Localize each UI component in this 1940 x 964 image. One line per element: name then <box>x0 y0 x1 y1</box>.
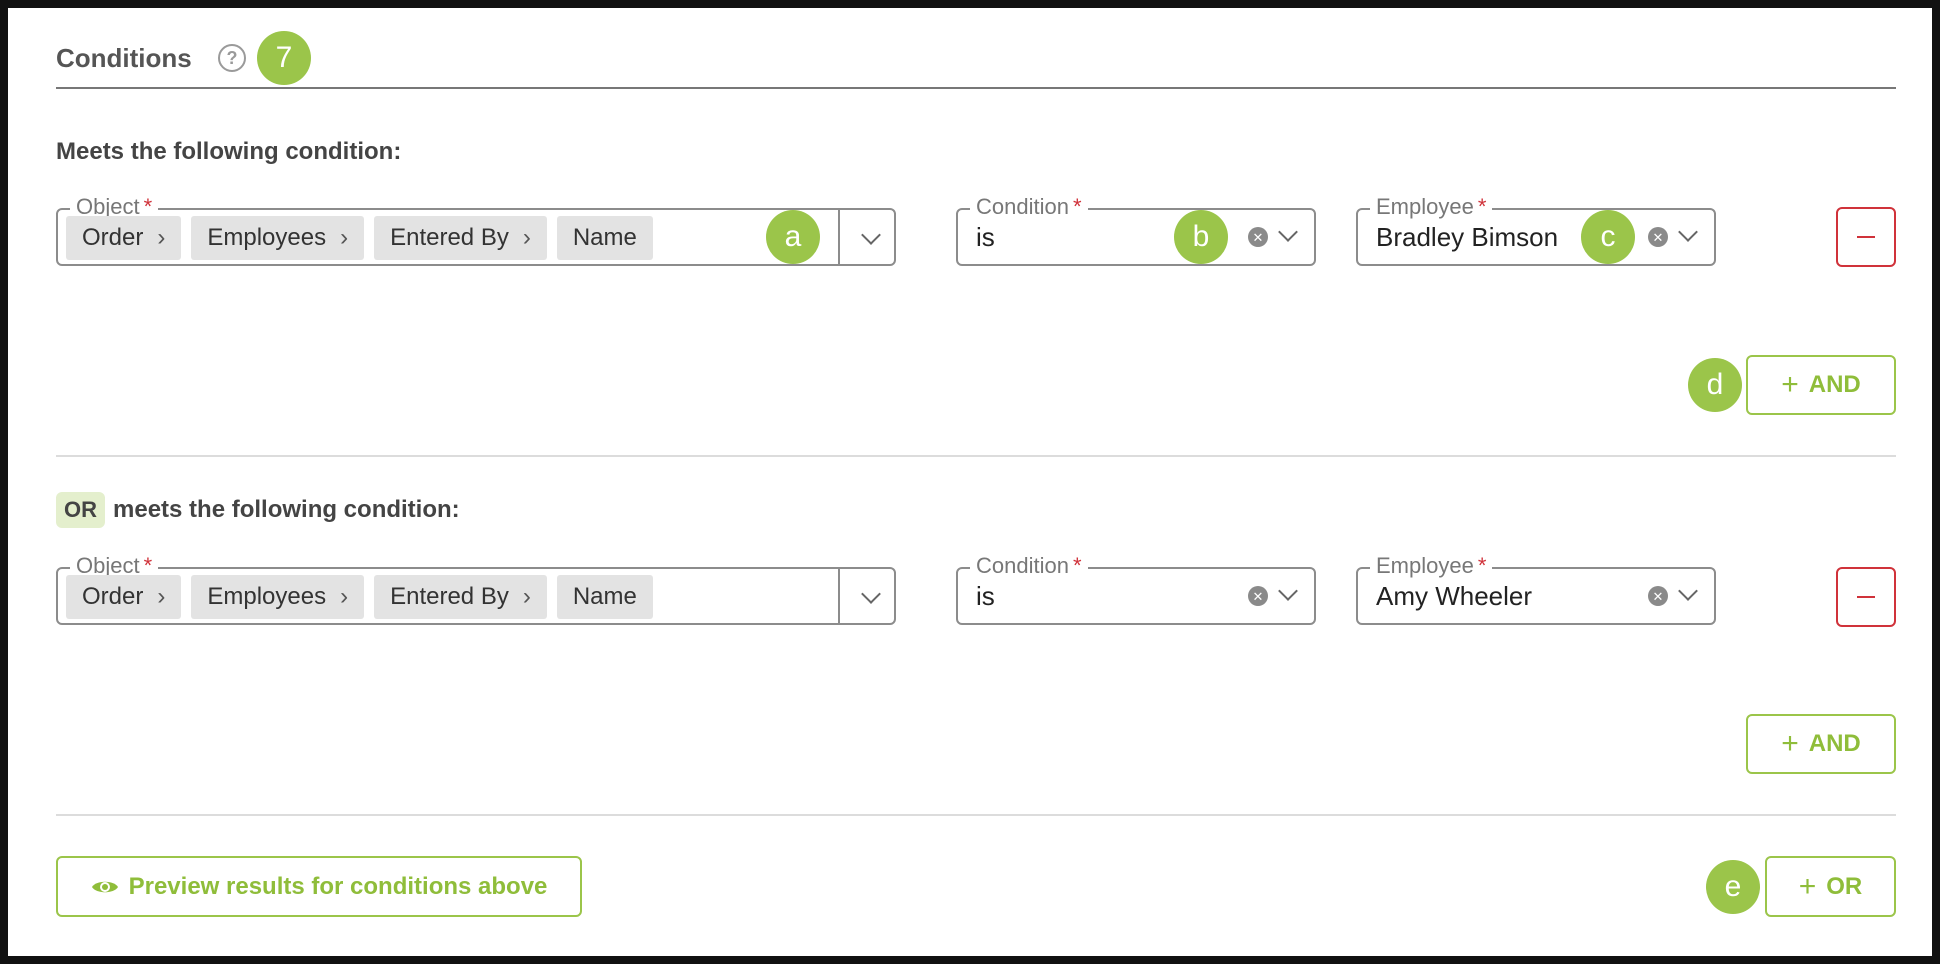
add-and-button[interactable]: + AND <box>1746 714 1896 774</box>
employee-value: Amy Wheeler <box>1376 581 1533 611</box>
callout-badge-7: 7 <box>257 31 311 85</box>
chevron-down-icon[interactable] <box>1278 581 1298 601</box>
object-path: Order › Employees › Entered By › Name <box>66 216 653 260</box>
chevron-right-icon: › <box>340 583 349 610</box>
minus-icon <box>1857 596 1875 598</box>
plus-icon: + <box>1781 368 1799 401</box>
clear-icon[interactable]: ✕ <box>1648 586 1668 606</box>
employee-label: Employee * <box>1370 553 1493 579</box>
path-chip[interactable]: Order › <box>66 575 182 619</box>
path-chip[interactable]: Entered By › <box>374 575 547 619</box>
add-and-label: AND <box>1808 371 1861 398</box>
group-heading-text: Meets the following condition: <box>56 138 402 165</box>
callout-badge-d: d <box>1688 358 1742 412</box>
condition-value: is <box>976 581 995 611</box>
clear-icon[interactable]: ✕ <box>1248 227 1268 247</box>
object-selector[interactable]: Object * Order › Employees › Entered By › Na… <box>56 553 896 625</box>
chevron-right-icon: › <box>522 583 531 610</box>
remove-condition-button[interactable] <box>1836 207 1896 267</box>
or-tag: OR <box>56 492 105 528</box>
chevron-down-icon[interactable] <box>861 225 881 245</box>
preview-results-label: Preview results for conditions above <box>128 872 548 900</box>
section-title: Conditions <box>56 43 192 73</box>
add-and-label: AND <box>1808 730 1861 757</box>
chevron-down-icon[interactable] <box>1678 222 1698 242</box>
callout-badge-c: c <box>1581 210 1635 264</box>
path-chip[interactable]: Entered By › <box>374 216 547 260</box>
employee-select[interactable]: Employee * Bradley Bimson ✕ <box>1356 194 1716 266</box>
path-chip[interactable]: Name <box>556 575 653 619</box>
chevron-right-icon: › <box>157 224 166 251</box>
plus-icon: + <box>1781 727 1799 760</box>
callout-badge-e: e <box>1706 860 1760 914</box>
chevron-right-icon: › <box>340 224 349 251</box>
path-chip[interactable]: Order › <box>66 216 182 260</box>
dropdown-divider <box>838 210 840 264</box>
chevron-down-icon[interactable] <box>1278 222 1298 242</box>
condition-label: Condition * <box>970 194 1088 220</box>
condition-select[interactable]: Condition * is ✕ <box>956 194 1316 266</box>
employee-value: Bradley Bimson <box>1376 222 1559 252</box>
callout-badge-a: a <box>766 210 820 264</box>
group-divider <box>56 814 1896 816</box>
chevron-right-icon: › <box>522 224 531 251</box>
group-divider <box>56 455 1896 457</box>
add-or-button[interactable]: + OR <box>1765 856 1896 917</box>
condition-label: Condition * <box>970 553 1088 579</box>
clear-icon[interactable]: ✕ <box>1248 586 1268 606</box>
chevron-down-icon[interactable] <box>861 584 881 604</box>
callout-badge-b: b <box>1174 210 1228 264</box>
condition-value: is <box>976 222 995 252</box>
preview-results-button[interactable]: Preview results for conditions above <box>56 856 582 917</box>
plus-icon: + <box>1798 869 1817 903</box>
path-chip[interactable]: Employees › <box>191 216 365 260</box>
group-heading: OR meets the following condition: <box>56 492 460 528</box>
add-and-button[interactable]: + AND <box>1746 355 1896 415</box>
employee-label: Employee * <box>1370 194 1493 220</box>
employee-select[interactable]: Employee * Amy Wheeler ✕ <box>1356 553 1716 625</box>
object-path: Order › Employees › Entered By › Name <box>66 575 653 619</box>
clear-icon[interactable]: ✕ <box>1648 227 1668 247</box>
help-icon[interactable]: ? <box>218 44 246 72</box>
eye-icon <box>91 881 118 892</box>
minus-icon <box>1857 236 1875 238</box>
remove-condition-button[interactable] <box>1836 567 1896 627</box>
chevron-down-icon[interactable] <box>1678 581 1698 601</box>
header-divider <box>56 87 1896 89</box>
dropdown-divider <box>838 569 840 623</box>
chevron-right-icon: › <box>157 583 166 610</box>
condition-select[interactable]: Condition * is ✕ <box>956 553 1316 625</box>
path-chip[interactable]: Employees › <box>191 575 365 619</box>
group-heading: Meets the following condition: <box>56 136 401 168</box>
path-chip[interactable]: Name <box>556 216 653 260</box>
group-heading-text: meets the following condition: <box>113 496 460 523</box>
add-or-label: OR <box>1826 872 1863 900</box>
